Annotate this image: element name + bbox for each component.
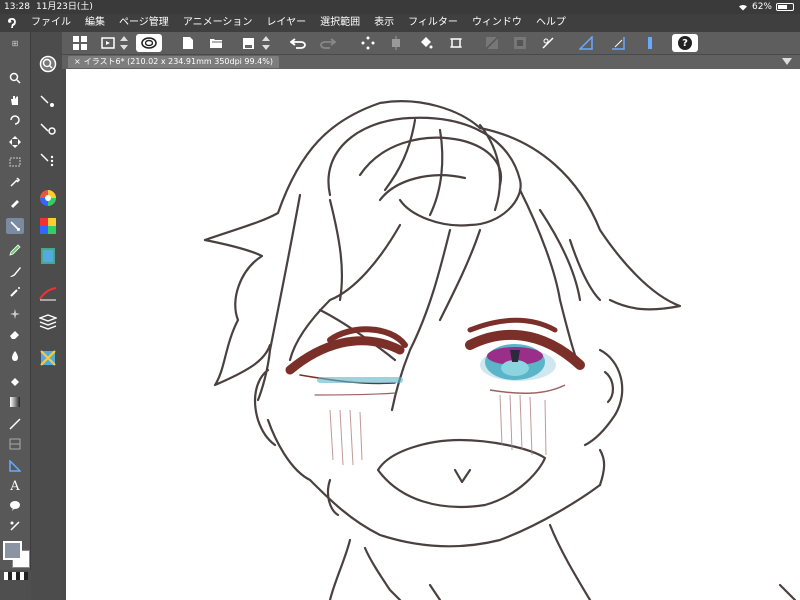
- import-icon[interactable]: [98, 34, 118, 52]
- redo-icon[interactable]: [318, 34, 338, 52]
- pencil-tool-icon[interactable]: [6, 242, 24, 258]
- clear-icon[interactable]: [482, 34, 502, 52]
- color-wheel-icon[interactable]: [37, 188, 59, 208]
- status-bar: 13:28 11月23日(土) 62%: [0, 0, 800, 14]
- gradient-tool-icon[interactable]: [6, 394, 24, 410]
- decoration-tool-icon[interactable]: [6, 306, 24, 322]
- canvas-close-icon[interactable]: ×: [74, 57, 81, 66]
- menu-filter[interactable]: フィルター: [401, 14, 465, 32]
- canvas-tab-bar: × イラスト6* (210.02 x 234.91mm 350dpi 99.4%): [62, 55, 800, 69]
- help-icon: ?: [678, 36, 692, 50]
- drawing-canvas[interactable]: [66, 69, 800, 600]
- pen-tool-icon[interactable]: [6, 218, 24, 234]
- transparent-color-icon[interactable]: [4, 572, 28, 580]
- menu-help[interactable]: ヘルプ: [529, 14, 573, 32]
- menu-view[interactable]: 表示: [367, 14, 401, 32]
- canvas-title: イラスト6* (210.02 x 234.91mm 350dpi 99.4%): [83, 57, 273, 66]
- select-rect-tool-icon[interactable]: [6, 154, 24, 170]
- figure-tool-icon[interactable]: [6, 416, 24, 432]
- rotate-tool-icon[interactable]: [6, 112, 24, 128]
- updown-arrows-2-icon[interactable]: [260, 34, 272, 52]
- balloon-tool-icon[interactable]: [6, 498, 24, 514]
- pen-pressure-icon[interactable]: [640, 34, 660, 52]
- fill-tool-icon[interactable]: [6, 374, 24, 390]
- line-art-illustration: [203, 100, 797, 600]
- battery-icon: [776, 3, 794, 11]
- canvas-tab[interactable]: × イラスト6* (210.02 x 234.91mm 350dpi 99.4%): [68, 56, 279, 68]
- spiral-logo-icon[interactable]: [136, 34, 162, 52]
- fill-bucket-icon[interactable]: [416, 34, 436, 52]
- pen-gear-icon[interactable]: [37, 120, 59, 140]
- color-set-icon[interactable]: [37, 216, 59, 236]
- menu-animation[interactable]: アニメーション: [176, 14, 260, 32]
- foreground-color-swatch[interactable]: [3, 541, 22, 560]
- status-date: 11月23日(土): [36, 2, 93, 12]
- menu-bar: ファイル 編集 ページ管理 アニメーション レイヤー 選択範囲 表示 フィルター…: [0, 14, 800, 32]
- undo-icon[interactable]: [288, 34, 308, 52]
- menu-file[interactable]: ファイル: [24, 14, 78, 32]
- hand-tool-icon[interactable]: [6, 92, 24, 108]
- layout-grid-icon[interactable]: [70, 34, 90, 52]
- special-ruler-icon[interactable]: [608, 34, 628, 52]
- eraser-tool-icon[interactable]: [6, 326, 24, 342]
- brush-size-icon[interactable]: [37, 284, 59, 304]
- correct-line-tool-icon[interactable]: [6, 518, 24, 534]
- menu-page[interactable]: ページ管理: [112, 14, 176, 32]
- menu-layer[interactable]: レイヤー: [259, 14, 313, 32]
- ruler-snap-icon[interactable]: [576, 34, 596, 52]
- zoom-tool-icon[interactable]: [6, 70, 24, 86]
- eyedropper-tool-icon[interactable]: [6, 194, 24, 210]
- battery-fill: [778, 5, 787, 9]
- app-logo-icon[interactable]: [0, 14, 24, 32]
- layer-stack-icon[interactable]: [37, 312, 59, 332]
- airbrush-tool-icon[interactable]: [6, 284, 24, 300]
- tool-header-icon[interactable]: ⊞: [2, 36, 28, 50]
- command-bar: ?: [62, 32, 800, 54]
- color-history-icon[interactable]: [37, 246, 59, 266]
- new-file-icon[interactable]: [178, 34, 198, 52]
- menu-edit[interactable]: 編集: [78, 14, 112, 32]
- color-swatch[interactable]: [2, 540, 30, 568]
- help-button[interactable]: ?: [672, 34, 698, 52]
- save-icon[interactable]: [238, 34, 258, 52]
- search-icon[interactable]: [37, 54, 59, 74]
- open-folder-icon[interactable]: [206, 34, 226, 52]
- move-tool-icon[interactable]: [6, 134, 24, 150]
- pen-settings-icon[interactable]: [37, 92, 59, 112]
- crop-icon[interactable]: [446, 34, 466, 52]
- transform-icon[interactable]: [386, 34, 406, 52]
- frame-tool-icon[interactable]: [6, 436, 24, 452]
- brush-tool-icon[interactable]: [6, 264, 24, 280]
- loading-dots-icon[interactable]: [358, 34, 378, 52]
- status-right: 62%: [738, 0, 794, 14]
- blend-tool-icon[interactable]: [6, 348, 24, 364]
- ruler-tool-icon[interactable]: [6, 458, 24, 474]
- status-time: 13:28: [4, 2, 30, 12]
- pen-layer-icon[interactable]: [37, 150, 59, 170]
- tab-menu-icon[interactable]: [782, 58, 792, 66]
- menu-selection[interactable]: 選択範囲: [313, 14, 367, 32]
- menu-window[interactable]: ウィンドウ: [465, 14, 529, 32]
- navigator-icon[interactable]: [37, 348, 59, 368]
- text-tool-icon[interactable]: A: [6, 478, 24, 494]
- wifi-icon: [738, 4, 747, 11]
- line-width-icon[interactable]: [538, 34, 558, 52]
- battery-percent: 62%: [751, 2, 772, 12]
- clear-outside-icon[interactable]: [510, 34, 530, 52]
- updown-arrows-icon[interactable]: [118, 34, 130, 52]
- auto-select-tool-icon[interactable]: [6, 174, 24, 190]
